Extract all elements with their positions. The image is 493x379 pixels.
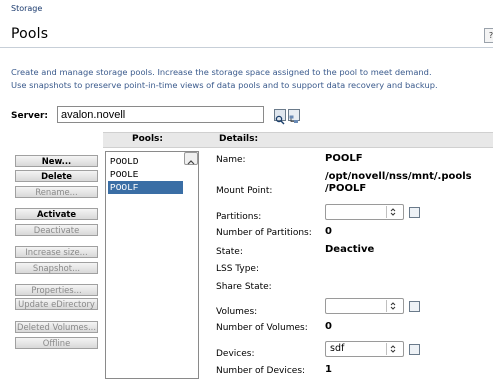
partitions-label: Partitions: [216,212,262,222]
deactivate-button[interactable]: Deactivate [15,224,98,236]
server-input[interactable] [57,106,264,123]
search-icon[interactable] [274,109,286,125]
help-icon[interactable]: ? [484,28,493,43]
increase-size-button[interactable]: Increase size... [15,246,98,258]
details-header: Details: [219,134,259,144]
name-label: Name: [216,155,246,165]
number-of-devices-label: Number of Devices: [216,366,306,376]
pools-listbox[interactable]: POOLD POOLE POOLF [105,151,199,379]
breadcrumb[interactable]: Storage [11,4,42,13]
pool-item[interactable]: POOLD [108,155,183,168]
description-line-1: Create and manage storage pools. Increas… [11,67,432,77]
volumes-label: Volumes: [216,307,258,317]
number-of-partitions-value: 0 [325,226,332,237]
properties-icon[interactable] [409,301,420,312]
state-value: Deactive [325,244,375,255]
mount-point-label: Mount Point: [216,186,273,196]
properties-icon[interactable] [409,207,420,218]
delete-pool-button[interactable]: Delete [15,170,98,182]
devices-select-value: sdf [330,343,345,354]
page-title: Pools [11,26,49,42]
new-pool-button[interactable]: New... [15,155,98,167]
chevron-updown-icon [386,343,401,355]
mount-point-value-line2: /POOLF [325,183,367,194]
deleted-volumes-button[interactable]: Deleted Volumes... [15,321,98,333]
chevron-updown-icon [386,300,401,312]
activate-button[interactable]: Activate [15,208,98,220]
number-of-partitions-label: Number of Partitions: [216,228,312,238]
volumes-select[interactable] [325,298,404,314]
chevron-updown-icon [386,206,401,218]
devices-label: Devices: [216,349,255,359]
server-label: Server: [11,111,49,121]
lss-type-label: LSS Type: [216,264,260,274]
snapshot-button[interactable]: Snapshot... [15,262,98,274]
update-edirectory-button[interactable]: Update eDirectory [15,298,98,310]
chevron-up-icon[interactable] [184,152,198,165]
properties-icon[interactable] [409,344,420,355]
mount-point-value-line1: /opt/novell/nss/mnt/.pools [325,171,472,182]
browse-tree-icon[interactable] [288,109,300,123]
properties-button[interactable]: Properties... [15,284,98,296]
number-of-devices-value: 1 [325,364,332,375]
number-of-volumes-label: Number of Volumes: [216,323,308,333]
page-description: Create and manage storage pools. Increas… [11,66,438,92]
pool-item[interactable]: POOLE [108,168,183,181]
pool-item-selected[interactable]: POOLF [108,181,183,194]
number-of-volumes-value: 0 [325,321,332,332]
rename-pool-button[interactable]: Rename... [15,186,98,198]
offline-button[interactable]: Offline [15,337,98,349]
devices-select[interactable]: sdf [325,341,404,357]
share-state-label: Share State: [216,282,272,292]
description-line-2: Use snapshots to preserve point-in-time … [11,80,438,90]
title-divider [0,47,493,48]
partitions-select[interactable] [325,204,404,220]
pools-header: Pools: [132,134,164,144]
name-value: POOLF [325,153,363,164]
state-label: State: [216,247,243,257]
